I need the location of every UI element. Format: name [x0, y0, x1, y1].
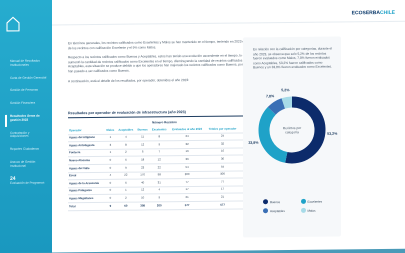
legend-item[interactable]: Buenos [263, 199, 298, 205]
sidebar-item-label: Evaluación de Programas [10, 180, 45, 186]
table-cell: 3 [104, 141, 117, 150]
table-cell: 22 [149, 163, 169, 172]
table-cell: 12 [135, 141, 150, 149]
table-cell: 40 [135, 179, 150, 187]
table-cell: 0 [104, 179, 117, 188]
sidebar-item-label: Contratación y Adquisiciones [10, 130, 30, 139]
table-cell: 176 [135, 171, 150, 180]
table-subhead: Número Recintos [152, 120, 177, 125]
sidebar-item[interactable]: 24 Evaluación de Programas [10, 175, 48, 186]
table-cell: 18 [135, 156, 150, 165]
brand-main-text: ECOSERBA [351, 10, 380, 17]
sidebar-item-label: Resultados Áreas de gestión 2023 [10, 113, 40, 122]
table-cell: 577 [168, 201, 206, 210]
data-label: 7,8% [266, 94, 275, 98]
table-cell: 1 [104, 149, 117, 157]
legend-swatch [263, 208, 268, 214]
table-cell: 200 [149, 201, 169, 210]
data-label: 53,2% [327, 132, 338, 136]
table-cell: 0 [104, 194, 117, 203]
paragraph: A continuación, está el detalle de los r… [68, 77, 190, 83]
table-cell: 9 [149, 194, 169, 202]
chart-legend: Buenos Excelentes Aceptables Malos [263, 198, 336, 214]
table-title: Resultados por operador de evaluación de… [68, 110, 186, 116]
data-label: 33,8% [248, 141, 259, 145]
main-content: ECOSERBACHILE En términos generales, los… [52, 0, 405, 253]
header-divider [52, 20, 405, 26]
summary-card: En relación con la calificación por cate… [243, 36, 341, 238]
sidebar-item[interactable]: Reportes Ciudadanos [10, 146, 48, 152]
legend-item[interactable]: Aceptables [263, 208, 298, 214]
paragraph: En términos generales, los recintos cali… [68, 39, 253, 50]
brand-logo[interactable]: ECOSERBACHILE [352, 10, 395, 16]
legend-swatch [300, 207, 306, 213]
paragraph: Respecto a los recintos calificados como… [68, 53, 253, 74]
table-cell: 9 [104, 202, 117, 210]
table-cell: 12 [135, 186, 150, 195]
table-cell: 577 [205, 200, 240, 209]
table-cell: 12 [149, 156, 169, 164]
legend-swatch [300, 198, 306, 204]
legend-swatch [263, 199, 268, 205]
summary-text: En relación con la calificación por cate… [253, 46, 333, 70]
sidebar-item[interactable]: Gestión Financiera [10, 100, 48, 106]
table-cell: 0 [104, 187, 117, 195]
donut-chart: 53,2%33,8%7,8%5,2%Recintos porcategoría [248, 88, 338, 164]
sidebar-item[interactable]: Resultados Áreas de gestión 2023 [10, 114, 48, 122]
table-cell: 60 [116, 202, 136, 210]
table-cell: 4 [149, 186, 169, 195]
legend-item[interactable]: Malos [300, 207, 336, 213]
table-cell: 308 [135, 201, 150, 210]
sidebar-item[interactable]: Contratación y Adquisiciones [10, 130, 48, 139]
table-cell: 7 [149, 148, 169, 157]
table-cell: 98 [149, 171, 169, 180]
sidebar-item-label: Manual de Resultados Institucionales [10, 58, 40, 67]
table-cell: 4 [104, 171, 117, 180]
sidebar-item[interactable]: Carta de Gestión Gerencial [10, 75, 48, 80]
sidebar-item[interactable]: Gestión de Personas [10, 87, 48, 93]
data-label: 5,2% [281, 88, 290, 92]
legend-label: Buenos [270, 199, 281, 204]
table-cell: 11 [135, 133, 150, 142]
body-text: En términos generales, los recintos cali… [68, 39, 253, 88]
legend-label: Aceptables [270, 208, 285, 213]
sidebar-item-label: Anexos de Gestión Institucional [10, 159, 36, 168]
page: Manual de Resultados Institucionales Cart… [0, 0, 405, 253]
house-outline-icon[interactable] [6, 16, 20, 32]
table-cell: 0 [104, 164, 117, 172]
sidebar-item[interactable]: Manual de Resultados Institucionales [10, 59, 48, 67]
sidebar-item-label: Carta de Gestión Gerencial [10, 75, 47, 80]
brand-accent-text: CHILE [380, 9, 395, 17]
table-cell: 8 [149, 133, 169, 142]
table-cell: 23 [135, 163, 150, 172]
donut-center-label: categoría [285, 130, 299, 134]
table-cell: 10 [135, 194, 150, 203]
sidebar: Manual de Resultados Institucionales Cart… [0, 0, 52, 253]
sidebar-item-label: Gestión de Personas [10, 87, 39, 93]
sidebar-item-label: Gestión Financiera [10, 100, 36, 106]
table-cell: 31 [149, 178, 169, 187]
table-cell: 6 [135, 148, 150, 157]
legend-label: Excelentes [307, 199, 323, 204]
legend-item[interactable]: Excelentes [300, 198, 336, 204]
table-cell: 9 [149, 140, 169, 149]
sidebar-nav: Manual de Resultados Institucionales Cart… [10, 59, 48, 195]
sidebar-item-label: Reportes Ciudadanos [10, 146, 40, 152]
legend-label: Malos [307, 208, 316, 213]
table-cell: 1 [104, 133, 117, 142]
sidebar-item[interactable]: Anexos de Gestión Institucional [10, 160, 48, 168]
table-cell: Total [68, 202, 105, 211]
table-cell: 0 [104, 156, 117, 165]
